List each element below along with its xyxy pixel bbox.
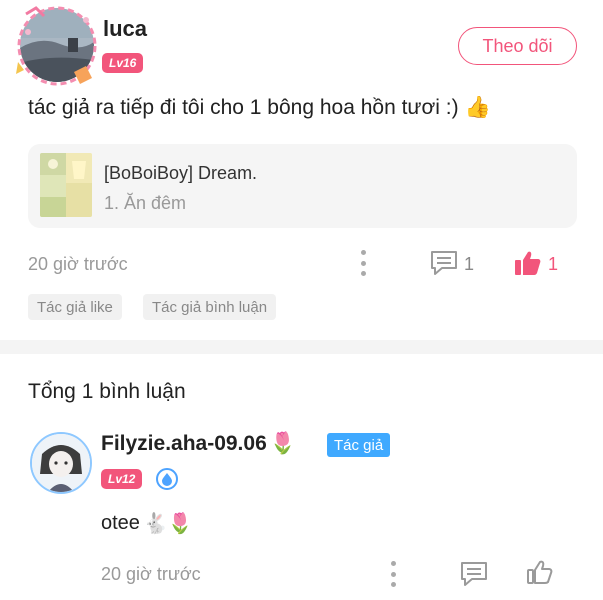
post-content: tác giả ra tiếp đi tôi cho 1 bông hoa hồ… bbox=[28, 96, 491, 120]
tag-author-commented: Tác giả bình luận bbox=[143, 294, 277, 320]
commenter-name-row: Filyzie.aha-09.06 🌷 bbox=[101, 432, 296, 456]
comments-total: Tổng 1 bình luận bbox=[28, 380, 186, 403]
story-cover-image bbox=[40, 153, 92, 217]
story-title: [BoBoiBoy] Dream. bbox=[104, 163, 258, 183]
reply-icon[interactable] bbox=[459, 560, 489, 593]
thumbs-up-icon[interactable] bbox=[514, 249, 542, 282]
follow-button[interactable]: Theo dõi bbox=[458, 27, 577, 65]
verified-medal-icon bbox=[156, 468, 178, 490]
avatar-frame bbox=[14, 4, 100, 88]
story-chapter: 1. Ăn đêm bbox=[104, 193, 187, 213]
comment-emoji: 🐇🌷 bbox=[142, 513, 193, 535]
story-card[interactable] bbox=[28, 144, 577, 228]
comment-text: otee bbox=[101, 512, 140, 534]
comment-count: 1 bbox=[464, 254, 475, 274]
thumbs-up-emoji: 👍 bbox=[464, 96, 491, 119]
section-divider bbox=[0, 340, 603, 354]
commenter-username[interactable]: Filyzie.aha-09.06 bbox=[101, 432, 267, 456]
like-count: 1 bbox=[548, 254, 559, 274]
post-username[interactable]: luca bbox=[103, 16, 147, 42]
comment-time: 20 giờ trước bbox=[101, 564, 201, 584]
comment-more-options-icon[interactable] bbox=[384, 561, 402, 587]
comment-like-icon[interactable] bbox=[526, 558, 554, 591]
post-text: tác giả ra tiếp đi tôi cho 1 bông hoa hồ… bbox=[28, 96, 459, 119]
comment-content: otee 🐇🌷 bbox=[101, 511, 193, 536]
commenter-avatar[interactable] bbox=[30, 432, 92, 494]
post-time: 20 giờ trước bbox=[28, 254, 128, 274]
level-badge: Lv16 bbox=[102, 53, 144, 73]
comment-icon[interactable] bbox=[429, 249, 459, 282]
commenter-level-badge: Lv12 bbox=[101, 469, 143, 489]
more-options-icon[interactable] bbox=[354, 250, 372, 276]
tulip-emoji: 🌷 bbox=[269, 432, 296, 455]
author-tag: Tác giả bbox=[327, 433, 391, 457]
tag-author-liked: Tác giả like bbox=[28, 294, 122, 320]
